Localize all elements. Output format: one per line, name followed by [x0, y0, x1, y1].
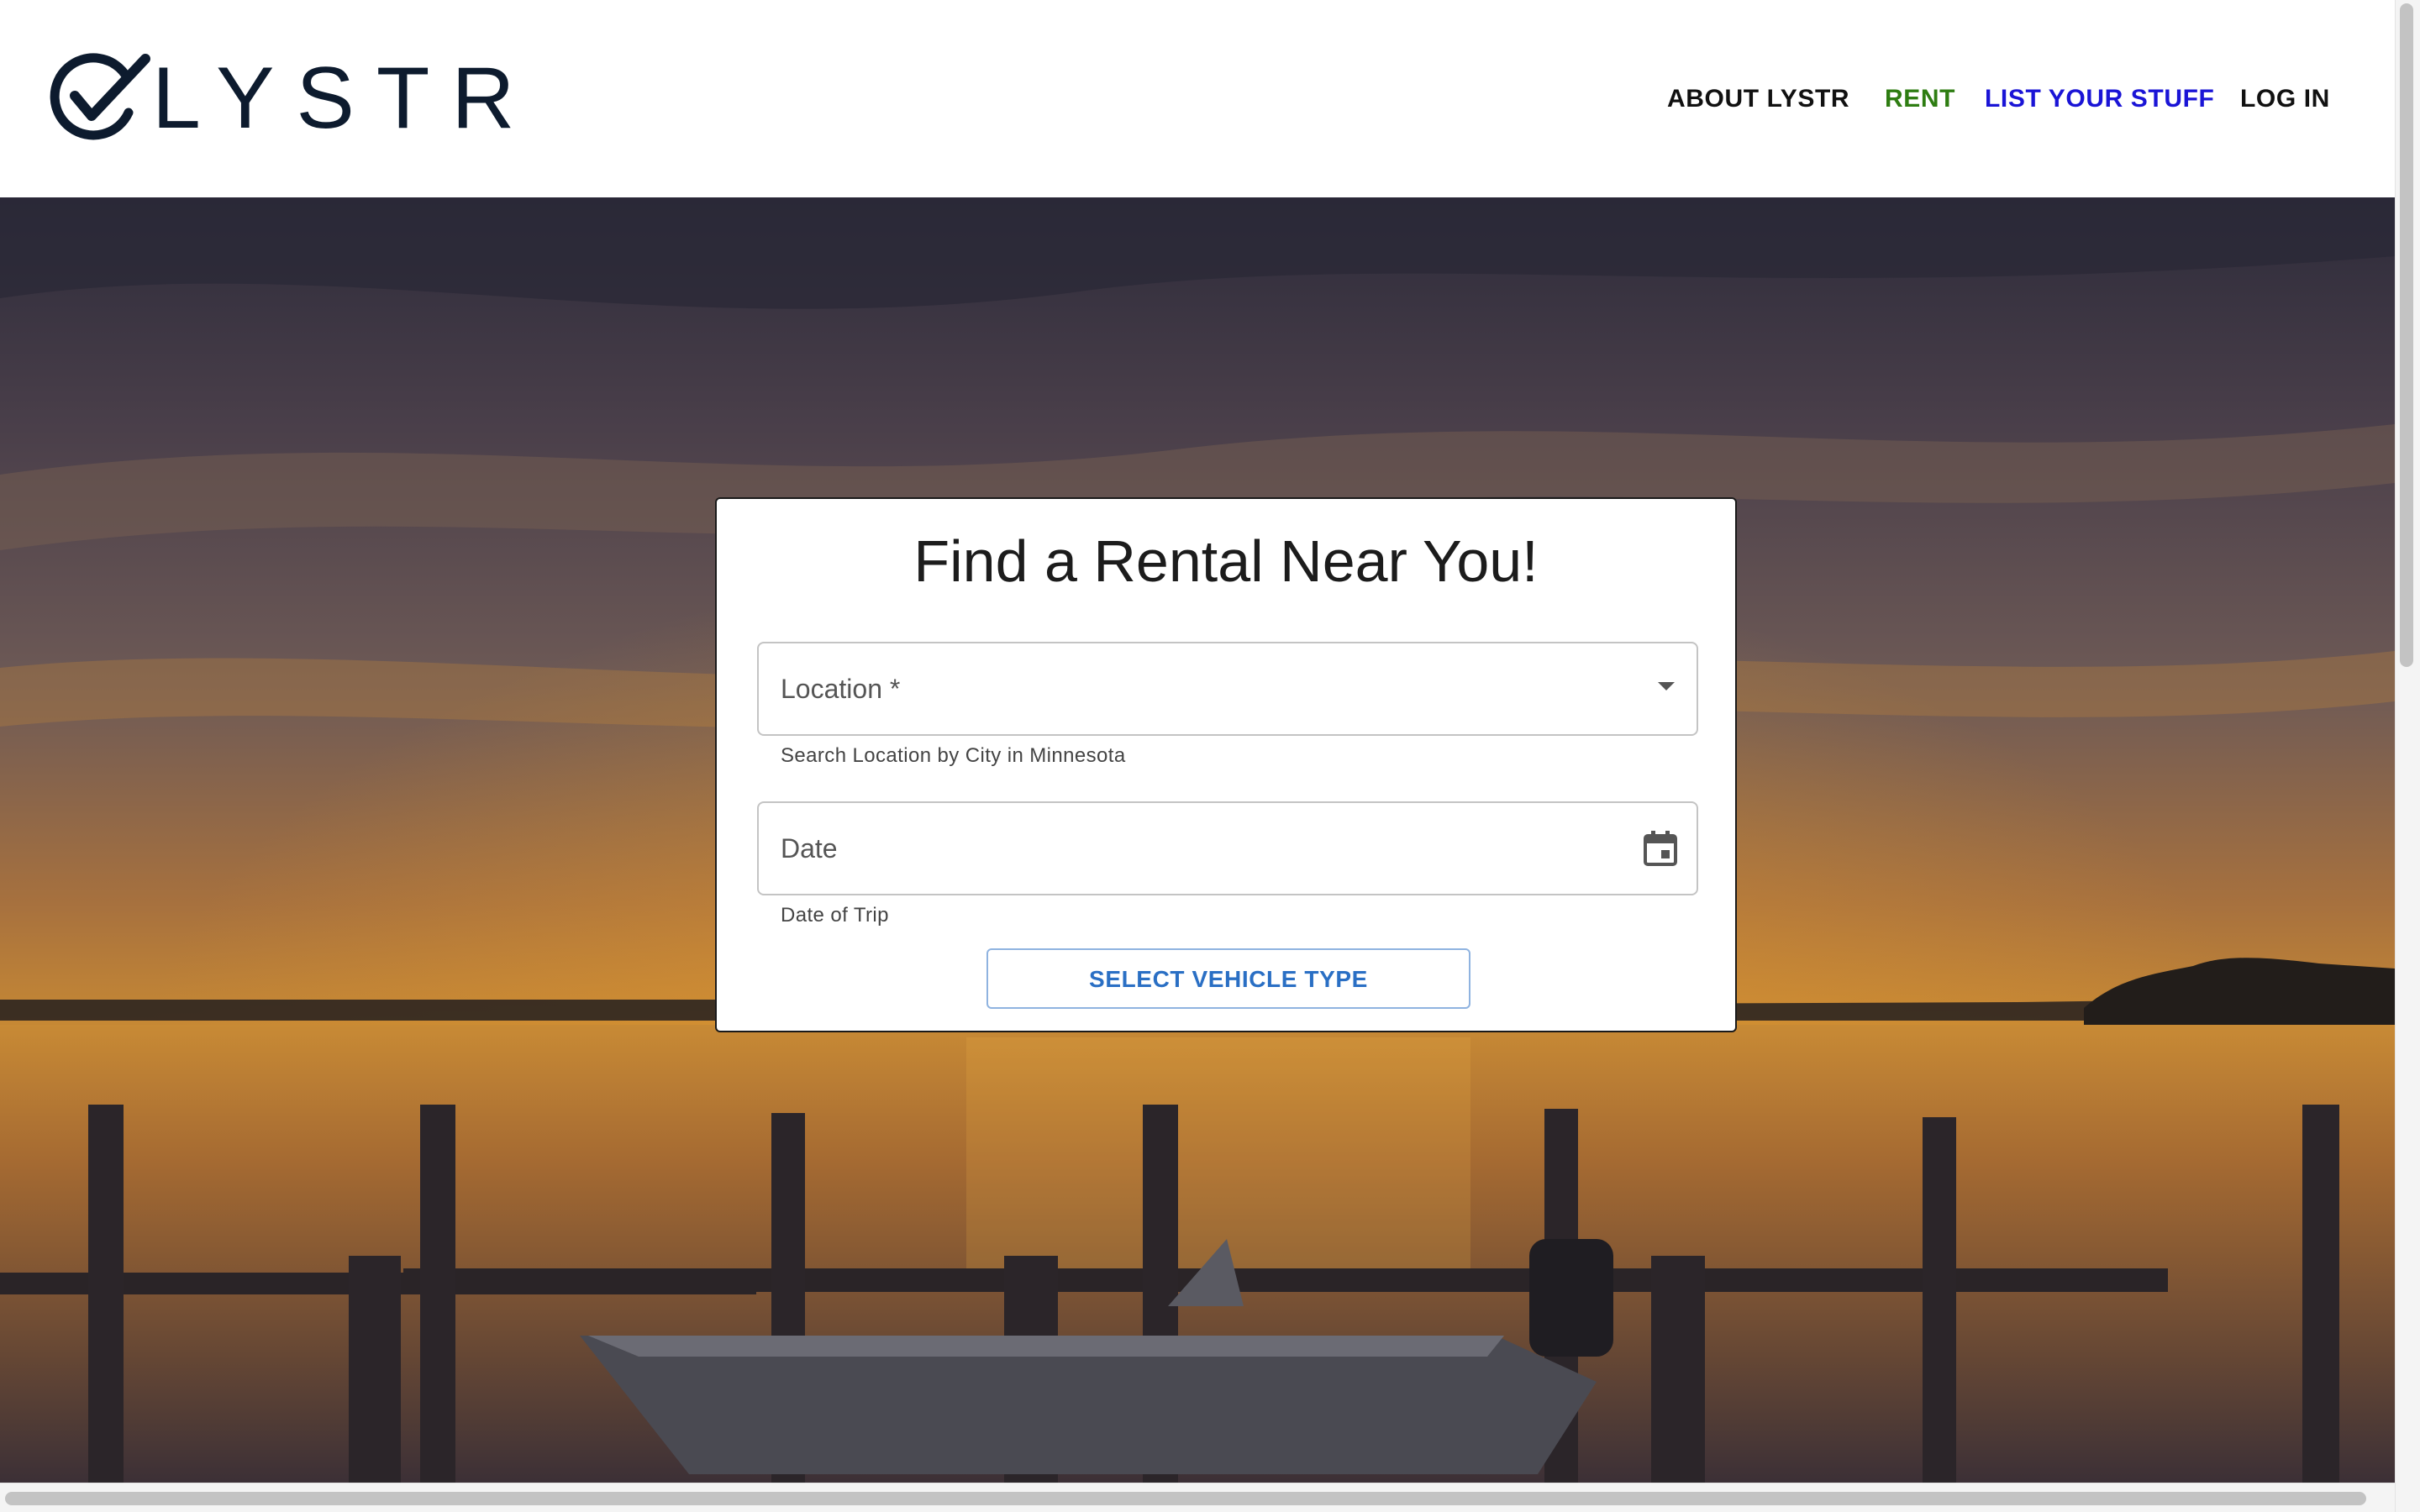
date-helper-text: Date of Trip — [781, 904, 889, 927]
chevron-down-icon[interactable] — [1658, 682, 1675, 690]
location-label: Location * — [781, 674, 901, 704]
page: LYSTR ABOUT LYSTR RENT LIST YOUR STUFF L… — [0, 0, 2420, 1512]
search-card: Find a Rental Near You! Location * Searc… — [715, 497, 1737, 1032]
vertical-scrollbar-thumb[interactable] — [2400, 3, 2413, 667]
calendar-icon[interactable] — [1643, 830, 1678, 867]
nav-about[interactable]: ABOUT LYSTR — [1667, 82, 1849, 116]
brand-name: LYSTR — [152, 50, 537, 147]
nav-list-your-stuff[interactable]: LIST YOUR STUFF — [1985, 82, 2214, 116]
card-title: Find a Rental Near You! — [913, 528, 1539, 594]
date-input[interactable]: Date — [757, 801, 1698, 895]
site-header: LYSTR ABOUT LYSTR RENT LIST YOUR STUFF L… — [0, 0, 2395, 197]
location-helper-text: Search Location by City in Minnesota — [781, 744, 1126, 767]
select-vehicle-type-button[interactable]: SELECT VEHICLE TYPE — [986, 948, 1470, 1009]
location-select[interactable]: Location * — [757, 642, 1698, 736]
brand-logo[interactable]: LYSTR — [46, 52, 537, 144]
checkmark-logo-icon — [50, 53, 150, 140]
horizontal-scrollbar-thumb[interactable] — [5, 1492, 2366, 1505]
nav-rent[interactable]: RENT — [1885, 82, 1955, 116]
nav-log-in[interactable]: LOG IN — [2240, 82, 2330, 116]
date-label: Date — [781, 833, 838, 864]
